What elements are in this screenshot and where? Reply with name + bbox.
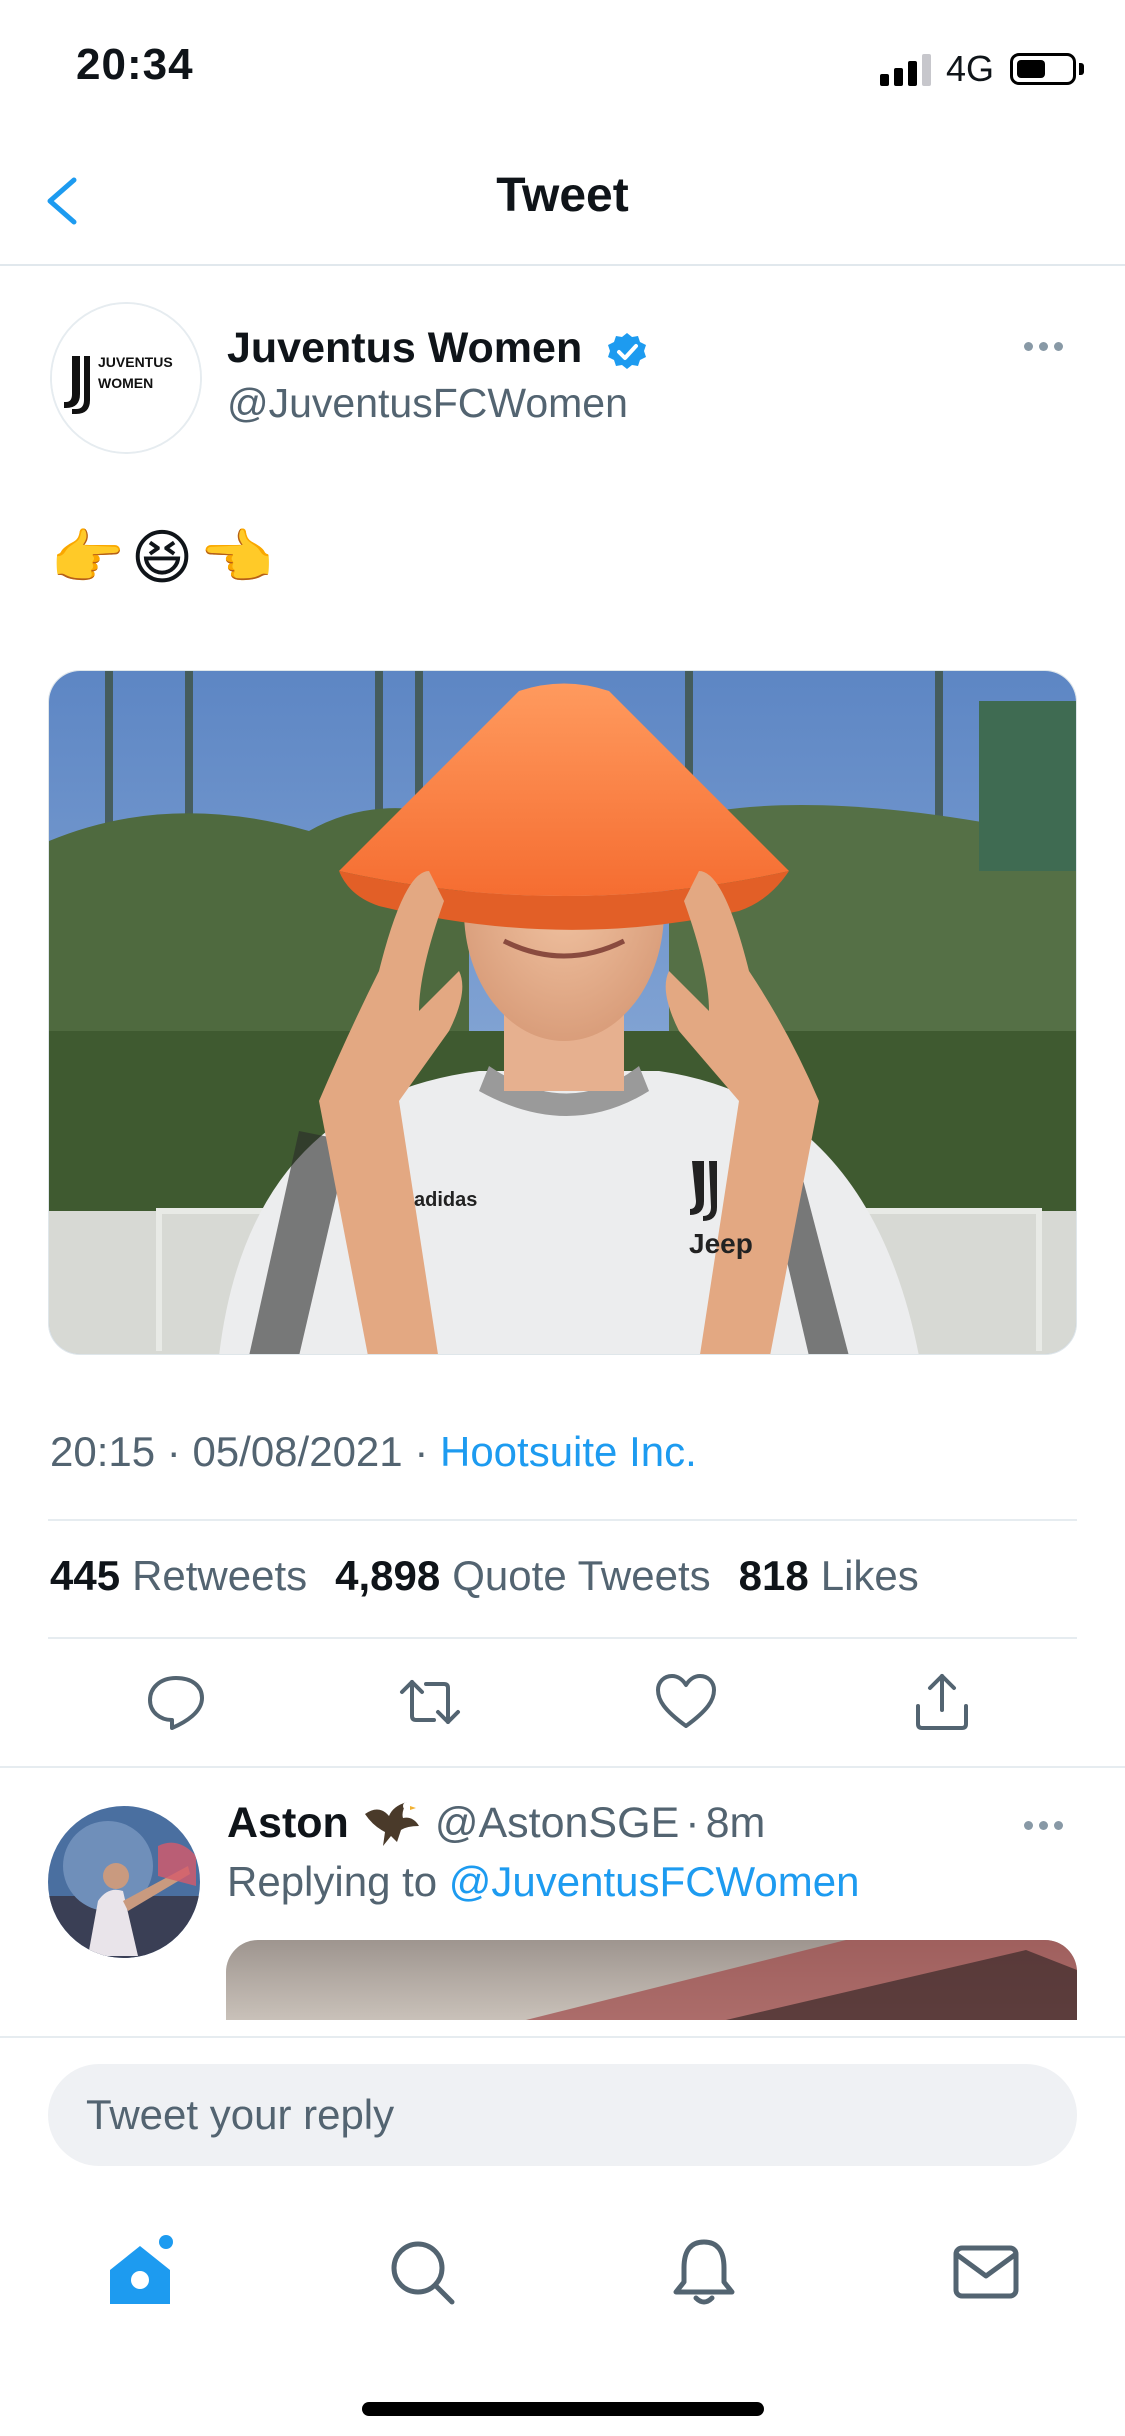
likes-label: Likes (820, 1552, 919, 1599)
tweet-timestamp: 20:15 · 05/08/2021 · Hootsuite Inc. (50, 1428, 697, 1476)
tab-notifications[interactable] (664, 2232, 744, 2312)
reply-input[interactable] (48, 2064, 1077, 2166)
replying-to-line: Replying to @JuventusFCWomen (227, 1858, 859, 1906)
reply-author-name[interactable]: Aston (227, 1799, 349, 1848)
likes-stat[interactable]: 818 Likes (739, 1552, 919, 1600)
home-icon (110, 2235, 173, 2304)
reply-author-avatar[interactable] (48, 1806, 200, 1958)
quotes-label: Quote Tweets (452, 1552, 711, 1599)
like-icon (656, 1674, 716, 1728)
status-bar: 20:34 4G (0, 0, 1125, 140)
meta-separator: · (166, 1428, 193, 1475)
status-time: 20:34 (76, 40, 194, 89)
bottom-bar (0, 2036, 1125, 2436)
battery-icon (1010, 53, 1076, 85)
svg-text:adidas: adidas (414, 1189, 477, 1211)
search-icon (391, 2241, 455, 2305)
retweets-count: 445 (50, 1552, 121, 1599)
tab-messages[interactable] (946, 2232, 1026, 2312)
author-avatar[interactable]: JUVENTUS WOMEN (50, 302, 202, 454)
reply-button[interactable] (144, 1670, 208, 1734)
svg-text:Jeep: Jeep (689, 1228, 753, 1259)
reply-age: 8m (705, 1798, 766, 1847)
replying-mention-link[interactable]: @JuventusFCWomen (449, 1858, 860, 1905)
more-options-button[interactable] (1024, 338, 1074, 358)
divider (48, 1519, 1077, 1521)
retweets-stat[interactable]: 445 Retweets (50, 1552, 307, 1600)
tab-search[interactable] (382, 2232, 462, 2312)
retweet-button[interactable] (398, 1670, 462, 1734)
tweet-source-link[interactable]: Hootsuite Inc. (440, 1428, 697, 1475)
home-indicator[interactable] (362, 2402, 764, 2416)
divider (0, 1766, 1125, 1768)
reply-icon (148, 1676, 204, 1730)
reply-photo (526, 1940, 1077, 2020)
verified-badge-icon (608, 333, 646, 369)
likes-count: 818 (738, 1552, 809, 1599)
photo-illustration: Jeep adidas (49, 671, 1076, 1354)
share-icon (916, 1674, 968, 1730)
tweet-stats: 445 Retweets 4,898 Quote Tweets 818 Likes (50, 1552, 919, 1600)
nav-header: Tweet (0, 140, 1125, 266)
network-type: 4G (946, 48, 995, 89)
tweet-time: 20:15 (50, 1428, 156, 1475)
share-button[interactable] (910, 1670, 974, 1734)
juventus-logo: JUVENTUS WOMEN (52, 304, 200, 452)
quotes-count: 4,898 (335, 1552, 441, 1599)
more-horizontal-icon (1024, 1817, 1069, 1834)
more-horizontal-icon (1024, 338, 1069, 355)
divider (48, 1637, 1077, 1639)
signal-strength-icon (880, 52, 931, 86)
tweet-text: 👉😆👈 (50, 524, 280, 591)
tweet-media-image[interactable]: Jeep adidas (48, 670, 1077, 1355)
reply-author-handle[interactable]: @AstonSGE (435, 1799, 679, 1848)
tweet-date: 05/08/2021 (192, 1428, 403, 1475)
retweet-icon (400, 1680, 460, 1724)
battery-nub (1079, 63, 1084, 75)
tab-home[interactable] (100, 2232, 180, 2312)
eagle-emoji-icon (364, 1802, 419, 1846)
retweets-label: Retweets (132, 1552, 308, 1599)
reply-more-options-button[interactable] (1024, 1817, 1074, 1837)
quotes-stat[interactable]: 4,898 Quote Tweets (335, 1552, 711, 1600)
tweet-actions-bar (0, 1660, 1125, 1750)
reply-header: Aston @AstonSGE · 8m (227, 1796, 765, 1850)
reply-media-image[interactable] (226, 1940, 1077, 2020)
messages-icon (953, 2245, 1019, 2299)
author-handle[interactable]: @JuventusFCWomen (227, 380, 628, 427)
notifications-icon (673, 2239, 735, 2305)
svg-text:JUVENTUS: JUVENTUS (98, 354, 173, 370)
page-title: Tweet (496, 169, 629, 222)
reply-meta-separator: · (685, 1798, 700, 1847)
author-name[interactable]: Juventus Women (227, 324, 582, 373)
meta-separator: · (414, 1428, 440, 1475)
avatar-photo (48, 1806, 200, 1958)
like-button[interactable] (654, 1670, 718, 1734)
svg-text:WOMEN: WOMEN (98, 375, 153, 391)
replying-prefix: Replying to (227, 1858, 438, 1905)
